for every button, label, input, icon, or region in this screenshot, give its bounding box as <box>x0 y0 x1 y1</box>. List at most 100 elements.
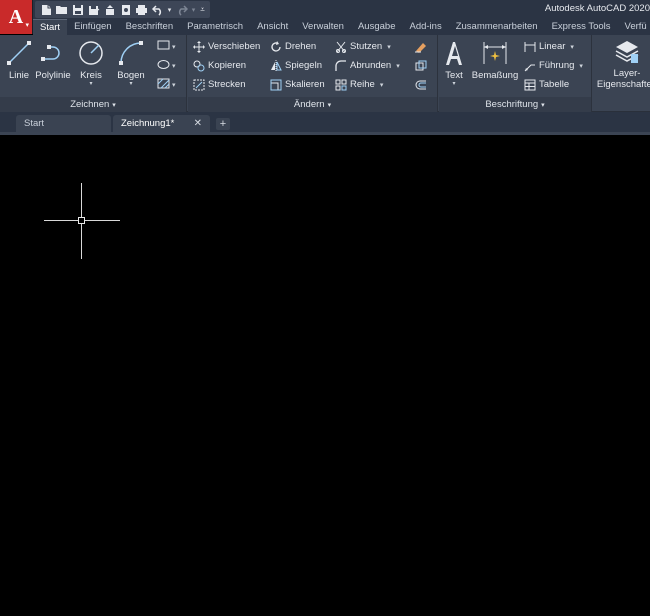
tab-verfuegbar[interactable]: Verfü <box>618 19 650 35</box>
kreis-button[interactable]: Kreis ▾ <box>72 38 110 90</box>
bemassung-label: Bemaßung <box>471 70 519 81</box>
chevron-down-icon: ▾ <box>25 22 29 29</box>
kreis-label: Kreis <box>80 70 102 81</box>
polylinie-label: Polylinie <box>35 70 71 81</box>
offset-button[interactable] <box>414 76 427 93</box>
fillet-icon <box>334 59 347 72</box>
polylinie-button[interactable]: Polylinie <box>34 38 72 90</box>
explode-icon <box>414 59 427 72</box>
polyline-icon <box>38 38 68 68</box>
tab-verwalten[interactable]: Verwalten <box>295 19 351 35</box>
panel-beschriftung: Text ▾ Bemaßung Linear ▾ Führung ▾ Tabel… <box>439 35 592 112</box>
erase-button[interactable] <box>414 38 427 55</box>
strecken-label: Strecken <box>208 79 246 90</box>
tab-zusammenarbeiten[interactable]: Zusammenarbeiten <box>449 19 545 35</box>
file-tab-start[interactable]: Start <box>16 115 111 132</box>
tab-parametrisch[interactable]: Parametrisch <box>180 19 250 35</box>
chevron-down-icon: ▾ <box>387 43 391 51</box>
new-file-icon[interactable] <box>38 2 53 17</box>
layer-label-1: Layer- <box>613 68 641 79</box>
abrunden-label: Abrunden <box>350 60 392 71</box>
save-icon[interactable] <box>70 2 85 17</box>
skalieren-label: Skalieren <box>285 79 325 90</box>
new-tab-button[interactable]: + <box>216 118 230 130</box>
layer-properties-button[interactable]: Layer- Eigenschaften <box>597 38 650 90</box>
rotate-icon <box>269 40 282 53</box>
spiegeln-label: Spiegeln <box>285 60 322 71</box>
stutzen-label: Stutzen <box>350 41 383 52</box>
reihe-button[interactable]: Reihe ▾ <box>334 76 383 93</box>
drehen-button[interactable]: Drehen <box>269 38 316 55</box>
print-preview-icon[interactable] <box>118 2 133 17</box>
tab-express-tools[interactable]: Express Tools <box>545 19 618 35</box>
rectangle-button[interactable]: ▾ <box>157 38 183 55</box>
application-menu-button[interactable]: A ▾ <box>0 0 33 34</box>
tabelle-button[interactable]: Tabelle <box>523 76 569 93</box>
reihe-label: Reihe <box>350 79 375 90</box>
bogen-label: Bogen <box>117 70 145 81</box>
array-icon <box>334 78 347 91</box>
chevron-down-icon: ▾ <box>570 43 574 51</box>
spiegeln-button[interactable]: Spiegeln <box>269 57 322 74</box>
ribbon-tabs: Start Einfügen Beschriften Parametrisch … <box>33 19 650 35</box>
open-folder-icon[interactable] <box>54 2 69 17</box>
verschieben-label: Verschieben <box>208 41 261 52</box>
close-icon[interactable]: ✕ <box>194 115 202 132</box>
beschriftung-panel-title[interactable]: Beschriftung ▾ <box>439 97 591 112</box>
tabelle-label: Tabelle <box>539 79 570 90</box>
verschieben-button[interactable]: Verschieben <box>192 38 260 55</box>
chevron-down-icon: ▾ <box>396 62 400 70</box>
ellipse-icon <box>157 59 170 73</box>
tab-start[interactable]: Start <box>33 19 68 35</box>
undo-icon[interactable] <box>150 2 165 17</box>
zeichnen-panel-title[interactable]: Zeichnen ▾ <box>0 97 186 112</box>
linear-label: Linear <box>539 41 566 52</box>
boundary-button[interactable]: ▾ <box>157 76 183 93</box>
tab-add-ins[interactable]: Add-ins <box>402 19 448 35</box>
layers-icon <box>612 38 642 66</box>
undo-dropdown-icon[interactable]: ▾ <box>166 2 173 17</box>
strecken-button[interactable]: Strecken <box>192 76 246 93</box>
hatch-button[interactable]: ▾ <box>157 57 183 74</box>
file-tab-drawing-label: Zeichnung1* <box>121 118 175 129</box>
dimension-icon <box>480 38 510 68</box>
beschriftung-title-label: Beschriftung <box>485 99 539 110</box>
skalieren-button[interactable]: Skalieren <box>269 76 325 93</box>
bemassung-button[interactable]: Bemaßung <box>472 38 518 90</box>
linie-button[interactable]: Linie <box>0 38 38 90</box>
zeichnen-title-label: Zeichnen <box>70 99 110 110</box>
print-icon[interactable] <box>134 2 149 17</box>
tab-einfuegen[interactable]: Einfügen <box>67 19 119 35</box>
tab-beschriften[interactable]: Beschriften <box>119 19 181 35</box>
tab-ausgabe[interactable]: Ausgabe <box>351 19 403 35</box>
chevron-down-icon: ▾ <box>129 81 133 87</box>
redo-dropdown-icon[interactable]: ▾ <box>190 2 197 17</box>
mirror-icon <box>269 59 282 72</box>
upload-icon[interactable] <box>102 2 117 17</box>
bogen-button[interactable]: Bogen ▾ <box>112 38 150 90</box>
aendern-panel-title[interactable]: Ändern ▾ <box>188 97 437 112</box>
file-tab-bar: Start Zeichnung1* ✕ + <box>0 112 650 132</box>
text-button[interactable]: Text ▾ <box>435 38 473 90</box>
stutzen-button[interactable]: Stutzen ▾ <box>334 38 391 55</box>
file-tab-drawing[interactable]: Zeichnung1* ✕ <box>113 115 210 132</box>
abrunden-button[interactable]: Abrunden ▾ <box>334 57 400 74</box>
text-label: Text <box>445 70 463 81</box>
pickbox-cursor <box>78 217 85 224</box>
drawing-canvas[interactable] <box>0 135 650 616</box>
linear-button[interactable]: Linear ▾ <box>523 38 574 55</box>
customize-dropdown-icon[interactable]: ⩡ <box>198 2 207 17</box>
file-tab-start-label: Start <box>24 118 45 129</box>
tab-ansicht[interactable]: Ansicht <box>250 19 295 35</box>
hatch-icon <box>157 78 170 92</box>
chevron-down-icon: ▾ <box>112 102 116 109</box>
explode-button[interactable] <box>414 57 427 74</box>
text-icon <box>439 38 469 68</box>
kopieren-label: Kopieren <box>208 60 247 71</box>
fuehrung-button[interactable]: Führung ▾ <box>523 57 583 74</box>
kopieren-button[interactable]: Kopieren <box>192 57 246 74</box>
save-as-icon[interactable] <box>86 2 101 17</box>
chevron-down-icon: ▾ <box>452 81 456 87</box>
redo-icon[interactable] <box>174 2 189 17</box>
rectangle-icon <box>157 40 170 54</box>
